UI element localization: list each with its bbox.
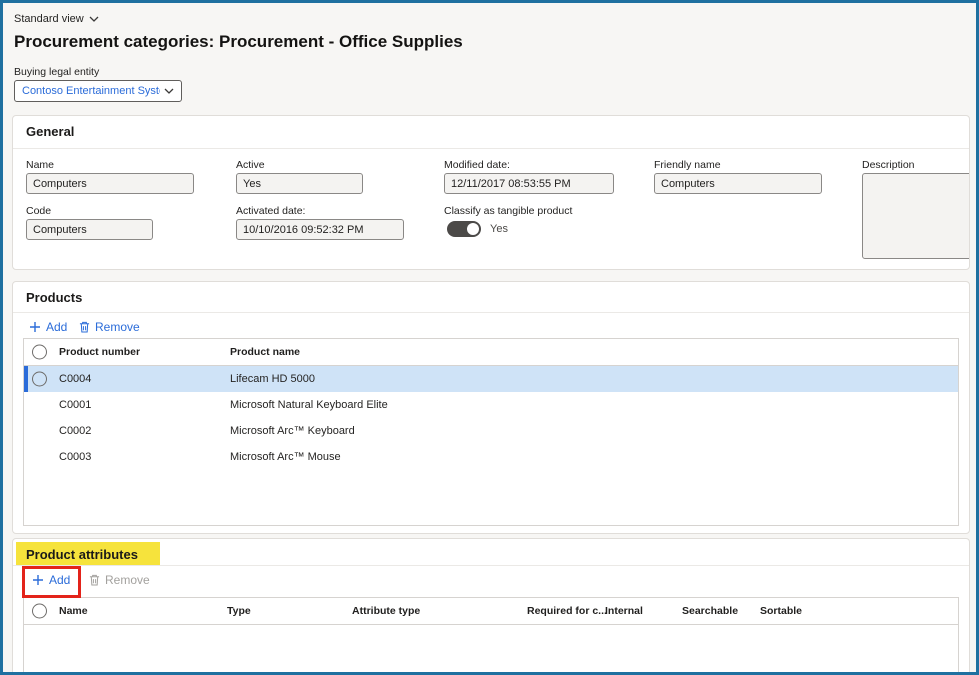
product-name-cell: Lifecam HD 5000 [230,373,315,385]
product-number-cell: C0002 [59,425,91,437]
classify-tangible-state: Yes [490,223,508,235]
divider [13,565,969,566]
description-textarea[interactable] [862,173,970,259]
product-row[interactable]: C0001 Microsoft Natural Keyboard Elite [24,392,958,418]
column-required[interactable]: Required for c... [527,605,607,617]
products-grid-header: Product number Product name [24,339,958,366]
divider [13,148,969,149]
product-row[interactable]: C0004 Lifecam HD 5000 [24,366,958,392]
toggle-knob [467,223,479,235]
trash-icon [79,321,90,333]
active-input[interactable] [236,173,363,194]
attributes-remove-label: Remove [105,573,150,587]
name-label: Name [26,159,54,171]
column-type[interactable]: Type [227,605,251,617]
products-section-title[interactable]: Products [26,290,82,305]
product-name-cell: Microsoft Arc™ Mouse [230,451,341,463]
name-input[interactable] [26,173,194,194]
products-add-button[interactable]: Add [29,320,67,334]
product-number-cell: C0003 [59,451,91,463]
product-number-cell: C0001 [59,399,91,411]
product-row[interactable]: C0002 Microsoft Arc™ Keyboard [24,418,958,444]
products-section: Products Add Remove Product number Produ… [12,281,970,534]
attributes-add-label: Add [49,573,70,587]
modified-date-input[interactable] [444,173,614,194]
friendly-name-input[interactable] [654,173,822,194]
general-section-title[interactable]: General [26,124,74,139]
selected-row-bar [24,366,28,392]
buying-legal-entity-value: Contoso Entertainment Syste... [22,85,160,97]
view-selector[interactable]: Standard view [14,13,99,25]
chevron-down-icon [164,88,174,94]
column-searchable[interactable]: Searchable [682,605,738,617]
trash-icon [89,574,100,586]
select-all-radio[interactable] [32,604,47,619]
attributes-add-button[interactable]: Add [32,573,70,587]
view-selector-label: Standard view [14,13,84,25]
products-add-label: Add [46,320,67,334]
classify-tangible-toggle[interactable] [447,221,481,237]
products-remove-button[interactable]: Remove [79,320,140,334]
attributes-remove-button[interactable]: Remove [89,573,150,587]
product-attributes-section: Product attributes Add Remove Name Type … [12,538,970,675]
product-name-cell: Microsoft Natural Keyboard Elite [230,399,388,411]
column-sortable[interactable]: Sortable [760,605,802,617]
column-internal[interactable]: Internal [605,605,643,617]
code-label: Code [26,205,51,217]
friendly-name-label: Friendly name [654,159,721,171]
row-radio[interactable] [32,372,47,387]
divider [13,312,969,313]
column-attribute-type[interactable]: Attribute type [352,605,420,617]
activated-date-input[interactable] [236,219,404,240]
activated-date-label: Activated date: [236,205,305,217]
products-grid: Product number Product name C0004 Lifeca… [23,338,959,526]
active-label: Active [236,159,265,171]
description-label: Description [862,159,915,171]
modified-date-label: Modified date: [444,159,510,171]
plus-icon [29,321,41,333]
buying-legal-entity-label: Buying legal entity [14,66,99,78]
chevron-down-icon [89,16,99,22]
product-number-cell: C0004 [59,373,91,385]
select-all-radio[interactable] [32,345,47,360]
product-row[interactable]: C0003 Microsoft Arc™ Mouse [24,444,958,470]
column-name[interactable]: Name [59,605,88,617]
buying-legal-entity-select[interactable]: Contoso Entertainment Syste... [14,80,182,102]
column-product-name[interactable]: Product name [230,346,300,358]
general-section: General Name Code Active Activated date:… [12,115,970,270]
classify-tangible-label: Classify as tangible product [444,205,572,217]
plus-icon [32,574,44,586]
column-product-number[interactable]: Product number [59,346,140,358]
page-title: Procurement categories: Procurement - Of… [14,32,463,52]
attributes-grid-header: Name Type Attribute type Required for c.… [24,598,958,625]
products-remove-label: Remove [95,320,140,334]
product-attributes-section-title[interactable]: Product attributes [26,547,138,562]
code-input[interactable] [26,219,153,240]
attributes-grid: Name Type Attribute type Required for c.… [23,597,959,675]
product-name-cell: Microsoft Arc™ Keyboard [230,425,355,437]
procurement-category-page: Standard view Procurement categories: Pr… [0,0,979,675]
